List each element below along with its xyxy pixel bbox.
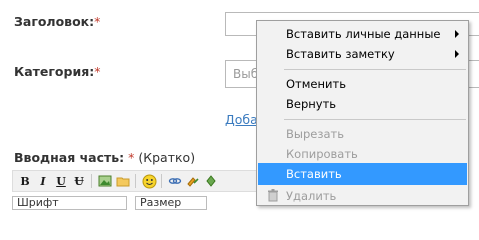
intro-label: Вводная часть: * (Кратко) (14, 150, 196, 165)
menu-item-undo[interactable]: Отменить (258, 73, 467, 95)
add-link[interactable]: Доба (225, 112, 258, 127)
submenu-arrow-icon (455, 30, 459, 38)
category-placeholder: Выб (233, 67, 259, 81)
bold-button[interactable]: B (17, 173, 33, 189)
menu-item-cut[interactable]: Вырезать (258, 123, 467, 145)
menu-item-insert-note[interactable]: Вставить заметку (258, 43, 467, 65)
menu-item-insert-personal-data[interactable]: Вставить личные данные (258, 23, 467, 45)
menu-item-paste[interactable]: Вставить (258, 163, 467, 185)
font-family-select[interactable]: Шрифт (12, 196, 127, 210)
submenu-arrow-icon (455, 50, 459, 58)
toolbar-separator (161, 174, 162, 188)
trash-icon (267, 189, 279, 205)
toolbar-separator (135, 174, 136, 188)
required-mark: * (94, 64, 101, 79)
required-mark: * (94, 14, 101, 29)
menu-separator (284, 69, 466, 70)
intro-hint: (Кратко) (138, 150, 196, 165)
unlink-icon[interactable] (185, 173, 201, 189)
context-menu: Вставить личные данные Вставить заметку … (256, 20, 469, 206)
category-label: Категория:* (14, 64, 101, 79)
menu-item-delete[interactable]: Удалить (258, 185, 467, 207)
folder-icon[interactable] (115, 173, 131, 189)
italic-button[interactable]: I (35, 173, 51, 189)
editor-toolbar: B I U Ʉ (12, 170, 262, 192)
anchor-icon[interactable] (203, 173, 219, 189)
font-size-select[interactable]: Размер (135, 196, 207, 210)
menu-item-copy[interactable]: Копировать (258, 143, 467, 165)
menu-separator (284, 119, 466, 120)
smiley-icon[interactable] (141, 173, 157, 189)
underline-button[interactable]: U (53, 173, 69, 189)
link-icon[interactable] (167, 173, 183, 189)
toolbar-separator (91, 174, 92, 188)
title-label: Заголовок:* (14, 14, 101, 29)
image-icon[interactable] (97, 173, 113, 189)
required-mark: * (128, 150, 135, 165)
strikethrough-button[interactable]: Ʉ (71, 173, 87, 189)
menu-item-redo[interactable]: Вернуть (258, 93, 467, 115)
